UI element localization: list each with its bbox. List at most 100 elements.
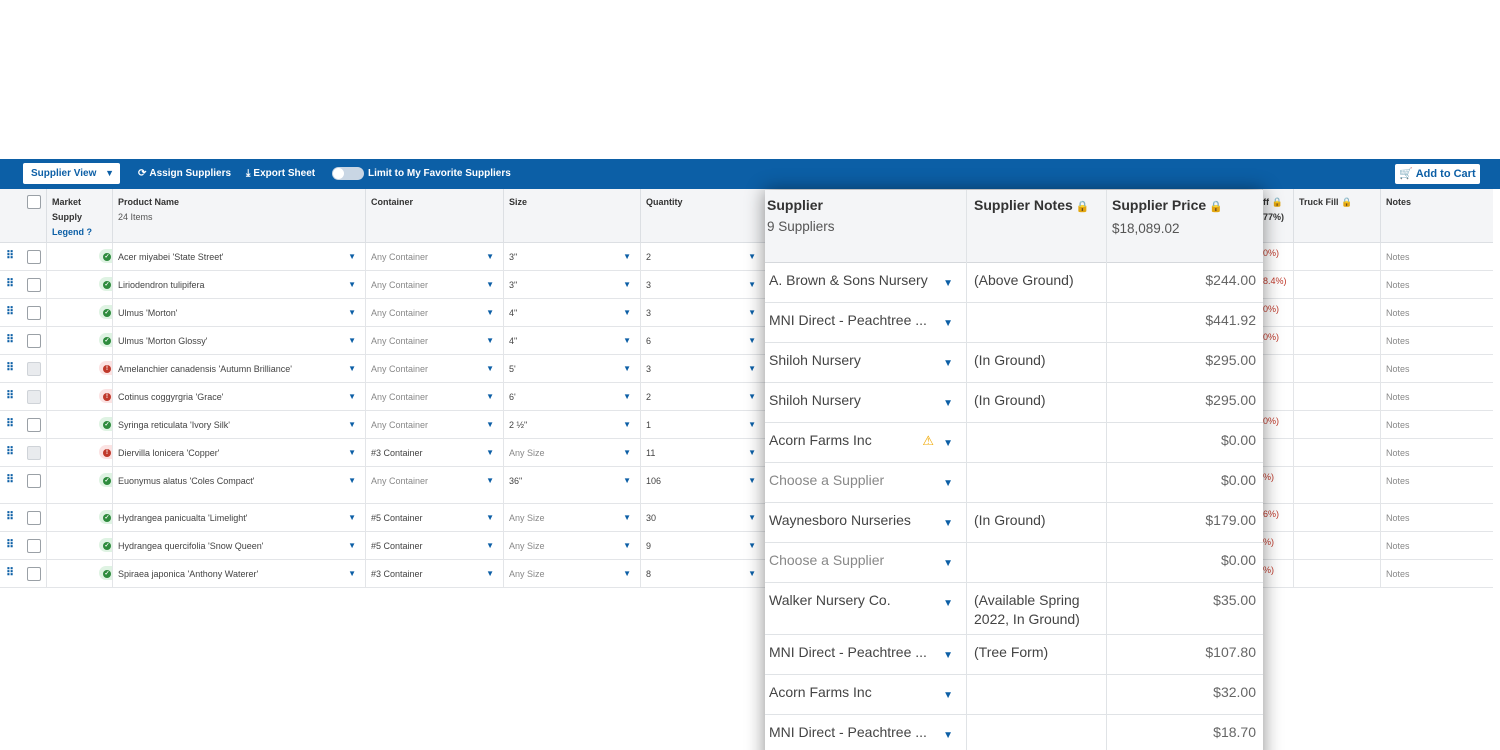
container-select[interactable]: #5 Container ▼: [365, 504, 503, 531]
drag-handle-icon[interactable]: ⠿: [6, 538, 14, 551]
row-checkbox[interactable]: [27, 474, 41, 488]
export-sheet-button[interactable]: ⤓ Export Sheet: [246, 159, 315, 189]
notes-cell[interactable]: Notes: [1380, 439, 1493, 466]
product-name-cell[interactable]: Spiraea japonica 'Anthony Waterer' ▼: [112, 560, 365, 587]
notes-cell[interactable]: Notes: [1380, 327, 1493, 354]
product-name-cell[interactable]: Hydrangea quercifolia 'Snow Queen' ▼: [112, 532, 365, 559]
product-name-header[interactable]: Product Name 24 Items: [112, 189, 365, 243]
product-name-cell[interactable]: Diervilla lonicera 'Copper' ▼: [112, 439, 365, 466]
assign-suppliers-button[interactable]: ⟳ Assign Suppliers: [138, 159, 231, 189]
quantity-select[interactable]: 30 ▼: [640, 504, 765, 531]
supplier-select[interactable]: Acorn Farms Inc ⚠ ▼: [765, 423, 966, 462]
supplier-select[interactable]: Walker Nursery Co. ▼: [765, 583, 966, 634]
container-select[interactable]: Any Container ▼: [365, 271, 503, 298]
supplier-select[interactable]: Acorn Farms Inc ▼: [765, 675, 966, 714]
quantity-select[interactable]: 6 ▼: [640, 327, 765, 354]
row-checkbox[interactable]: [27, 567, 41, 581]
quantity-select[interactable]: 3 ▼: [640, 355, 765, 382]
product-name-cell[interactable]: Amelanchier canadensis 'Autumn Brillianc…: [112, 355, 365, 382]
quantity-select[interactable]: 1 ▼: [640, 411, 765, 438]
size-select[interactable]: 3" ▼: [503, 243, 640, 270]
product-name-cell[interactable]: Ulmus 'Morton' ▼: [112, 299, 365, 326]
row-checkbox[interactable]: [27, 334, 41, 348]
quantity-header[interactable]: Quantity: [640, 189, 765, 243]
container-select[interactable]: Any Container ▼: [365, 243, 503, 270]
notes-cell[interactable]: Notes: [1380, 299, 1493, 326]
container-select[interactable]: Any Container ▼: [365, 383, 503, 410]
row-checkbox[interactable]: [27, 306, 41, 320]
notes-cell[interactable]: Notes: [1380, 243, 1493, 270]
product-name-cell[interactable]: Ulmus 'Morton Glossy' ▼: [112, 327, 365, 354]
quantity-select[interactable]: 11 ▼: [640, 439, 765, 466]
container-header[interactable]: Container: [365, 189, 503, 243]
select-all-checkbox[interactable]: [27, 195, 41, 209]
container-select[interactable]: Any Container ▼: [365, 327, 503, 354]
product-name-cell[interactable]: Euonymus alatus 'Coles Compact' ▼: [112, 467, 365, 503]
size-select[interactable]: Any Size ▼: [503, 560, 640, 587]
quantity-select[interactable]: 3 ▼: [640, 299, 765, 326]
view-select[interactable]: Supplier View ▼: [23, 163, 120, 184]
container-select[interactable]: Any Container ▼: [365, 299, 503, 326]
add-to-cart-button[interactable]: 🛒 Add to Cart: [1395, 164, 1480, 184]
container-select[interactable]: Any Container ▼: [365, 411, 503, 438]
size-select[interactable]: 6' ▼: [503, 383, 640, 410]
size-select[interactable]: 4" ▼: [503, 327, 640, 354]
supplier-select[interactable]: Choose a Supplier ▼: [765, 463, 966, 502]
notes-cell[interactable]: Notes: [1380, 467, 1493, 503]
drag-handle-icon[interactable]: ⠿: [6, 417, 14, 430]
quantity-select[interactable]: 9 ▼: [640, 532, 765, 559]
supplier-select[interactable]: Waynesboro Nurseries ▼: [765, 503, 966, 542]
drag-handle-icon[interactable]: ⠿: [6, 473, 14, 486]
size-select[interactable]: Any Size ▼: [503, 532, 640, 559]
supplier-select[interactable]: Choose a Supplier ▼: [765, 543, 966, 582]
notes-cell[interactable]: Notes: [1380, 411, 1493, 438]
notes-cell[interactable]: Notes: [1380, 383, 1493, 410]
supplier-select[interactable]: MNI Direct - Peachtree ... ▼: [765, 715, 966, 750]
product-name-cell[interactable]: Syringa reticulata 'Ivory Silk' ▼: [112, 411, 365, 438]
row-checkbox[interactable]: [27, 511, 41, 525]
supplier-select[interactable]: MNI Direct - Peachtree ... ▼: [765, 635, 966, 674]
quantity-select[interactable]: 8 ▼: [640, 560, 765, 587]
drag-handle-icon[interactable]: ⠿: [6, 361, 14, 374]
drag-handle-icon[interactable]: ⠿: [6, 249, 14, 262]
size-header[interactable]: Size: [503, 189, 640, 243]
container-select[interactable]: #3 Container ▼: [365, 560, 503, 587]
product-name-cell[interactable]: Acer miyabei 'State Street' ▼: [112, 243, 365, 270]
notes-cell[interactable]: Notes: [1380, 560, 1493, 587]
legend-link[interactable]: Legend ?: [52, 225, 112, 240]
notes-cell[interactable]: Notes: [1380, 504, 1493, 531]
size-select[interactable]: 3" ▼: [503, 271, 640, 298]
row-checkbox[interactable]: [27, 539, 41, 553]
container-select[interactable]: Any Container ▼: [365, 467, 503, 503]
supplier-select[interactable]: Shiloh Nursery ▼: [765, 343, 966, 382]
size-select[interactable]: Any Size ▼: [503, 439, 640, 466]
supplier-select[interactable]: A. Brown & Sons Nursery ▼: [765, 263, 966, 302]
container-select[interactable]: #3 Container ▼: [365, 439, 503, 466]
container-select[interactable]: Any Container ▼: [365, 355, 503, 382]
drag-handle-icon[interactable]: ⠿: [6, 566, 14, 579]
product-name-cell[interactable]: Cotinus coggyrgria 'Grace' ▼: [112, 383, 365, 410]
size-select[interactable]: 4" ▼: [503, 299, 640, 326]
row-checkbox[interactable]: [27, 250, 41, 264]
drag-handle-icon[interactable]: ⠿: [6, 445, 14, 458]
drag-handle-icon[interactable]: ⠿: [6, 389, 14, 402]
supplier-header[interactable]: Supplier 9 Suppliers: [765, 190, 966, 263]
size-select[interactable]: 2 ½" ▼: [503, 411, 640, 438]
drag-handle-icon[interactable]: ⠿: [6, 277, 14, 290]
drag-handle-icon[interactable]: ⠿: [6, 305, 14, 318]
quantity-select[interactable]: 106 ▼: [640, 467, 765, 503]
drag-handle-icon[interactable]: ⠿: [6, 333, 14, 346]
notes-cell[interactable]: Notes: [1380, 355, 1493, 382]
notes-cell[interactable]: Notes: [1380, 532, 1493, 559]
drag-handle-icon[interactable]: ⠿: [6, 510, 14, 523]
product-name-cell[interactable]: Liriodendron tulipifera ▼: [112, 271, 365, 298]
size-select[interactable]: Any Size ▼: [503, 504, 640, 531]
row-checkbox[interactable]: [27, 418, 41, 432]
favorite-suppliers-toggle[interactable]: [332, 167, 364, 180]
product-name-cell[interactable]: Hydrangea panicualta 'Limelight' ▼: [112, 504, 365, 531]
quantity-select[interactable]: 3 ▼: [640, 271, 765, 298]
quantity-select[interactable]: 2 ▼: [640, 243, 765, 270]
supplier-select[interactable]: MNI Direct - Peachtree ... ▼: [765, 303, 966, 342]
size-select[interactable]: 5' ▼: [503, 355, 640, 382]
row-checkbox[interactable]: [27, 278, 41, 292]
